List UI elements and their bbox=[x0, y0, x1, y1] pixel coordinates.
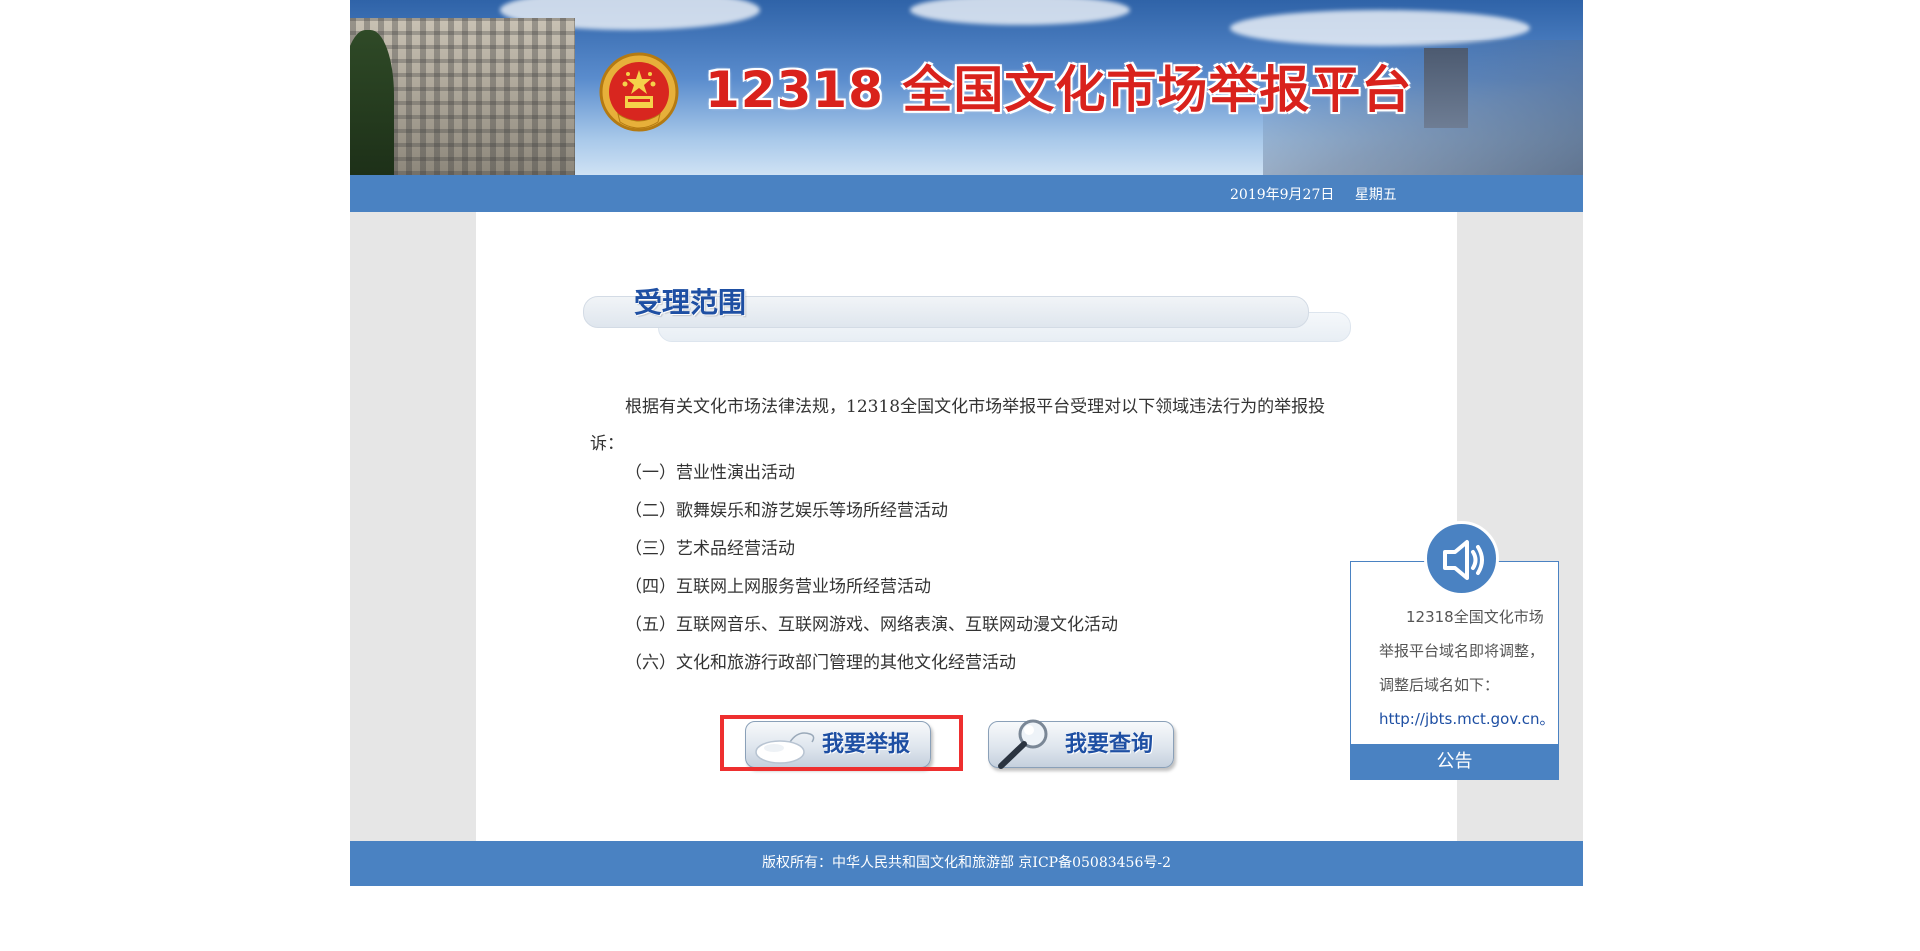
header-banner: 12318 全国文化市场举报平台 bbox=[350, 0, 1583, 175]
scope-item: （二）歌舞娱乐和游艺娱乐等场所经营活动 bbox=[625, 501, 948, 521]
notice-domain-link[interactable]: http://jbts.mct.gov.cn。 bbox=[1379, 702, 1559, 736]
mouse-icon bbox=[755, 732, 815, 764]
section-title: 受理范围 bbox=[634, 286, 747, 319]
national-emblem-icon bbox=[599, 52, 679, 132]
scope-list: （一）营业性演出活动 （二）歌舞娱乐和游艺娱乐等场所经营活动 （三）艺术品经营活… bbox=[625, 464, 1118, 692]
scope-item: （六）文化和旅游行政部门管理的其他文化经营活动 bbox=[625, 653, 1016, 673]
site-title: 12318 全国文化市场举报平台 bbox=[705, 61, 1413, 119]
scope-item: （一）营业性演出活动 bbox=[625, 463, 795, 483]
current-date: 2019年9月27日 星期五 bbox=[1230, 184, 1397, 204]
notice-label[interactable]: 公告 bbox=[1350, 744, 1559, 780]
scope-item: （三）艺术品经营活动 bbox=[625, 539, 795, 559]
scope-intro: 根据有关文化市场法律法规，12318全国文化市场举报平台受理对以下领域违法行为的… bbox=[590, 397, 1326, 454]
scope-item: （五）互联网音乐、互联网游戏、网络表演、互联网动漫文化活动 bbox=[625, 615, 1118, 635]
query-button-label: 我要查询 bbox=[1064, 732, 1153, 757]
content-panel: 受理范围 根据有关文化市场法律法规，12318全国文化市场举报平台受理对以下领域… bbox=[476, 212, 1457, 841]
scope-item: （四）互联网上网服务营业场所经营活动 bbox=[625, 577, 931, 597]
great-wall-tower-image bbox=[1424, 48, 1468, 128]
query-button[interactable]: 我要查询 bbox=[988, 719, 1174, 769]
report-button[interactable]: 我要举报 bbox=[745, 721, 931, 768]
footer-copyright: 版权所有：中华人民共和国文化和旅游部 京ICP备05083456号-2 bbox=[761, 855, 1171, 871]
weekday-value: 星期五 bbox=[1354, 187, 1397, 203]
tree-image bbox=[350, 30, 394, 175]
speaker-icon bbox=[1443, 540, 1484, 580]
footer: 版权所有：中华人民共和国文化和旅游部 京ICP备05083456号-2 bbox=[350, 841, 1583, 886]
cloud-decoration bbox=[910, 0, 1130, 25]
magnifier-icon bbox=[998, 719, 1048, 769]
date-bar: 2019年9月27日 星期五 bbox=[350, 175, 1583, 212]
notice-speaker-button[interactable] bbox=[1424, 521, 1499, 596]
notice-text: 12318全国文化市场 举报平台域名即将调整， 调整后域名如下： http://… bbox=[1379, 600, 1559, 736]
notice-line: 调整后域名如下： bbox=[1379, 676, 1500, 694]
notice-line: 12318全国文化市场 bbox=[1406, 608, 1544, 626]
report-button-label: 我要举报 bbox=[821, 732, 910, 757]
date-value: 2019年9月27日 bbox=[1230, 187, 1335, 203]
notice-line: 举报平台域名即将调整， bbox=[1379, 642, 1545, 660]
